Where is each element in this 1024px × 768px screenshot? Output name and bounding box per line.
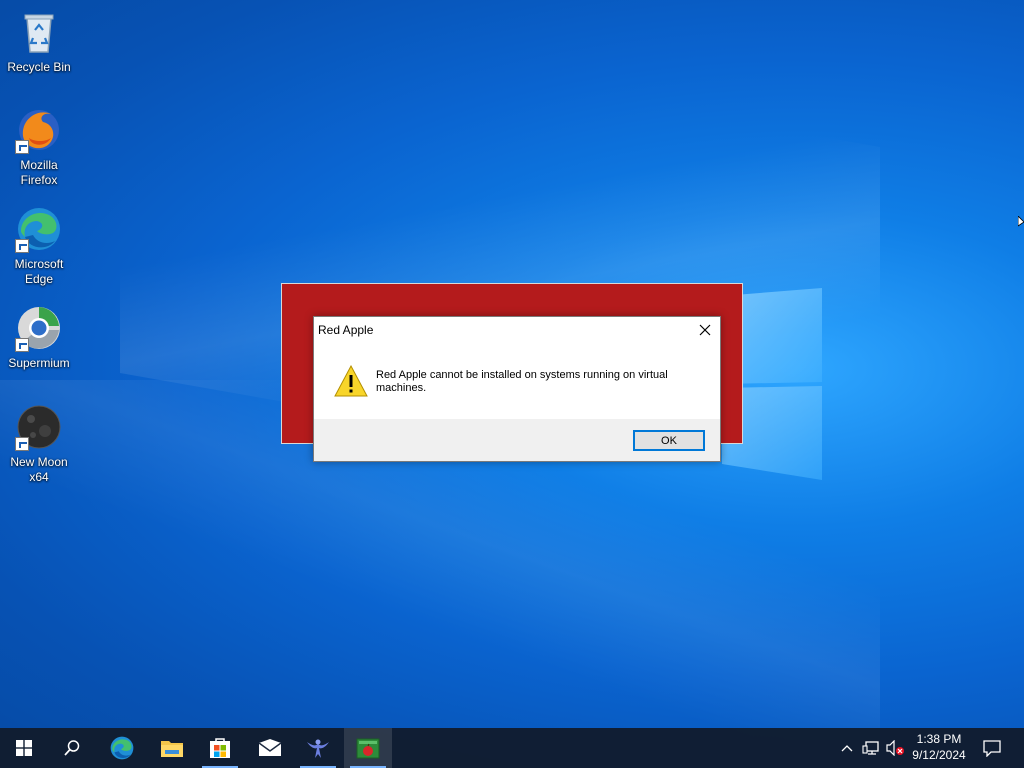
recycle-bin-icon — [15, 8, 63, 56]
dialog-message: Red Apple cannot be installed on systems… — [376, 369, 668, 394]
clock[interactable]: 1:38 PM 9/12/2024 — [906, 731, 972, 763]
desktop-icon-edge[interactable]: Microsoft Edge — [4, 205, 74, 287]
firefox-icon — [15, 106, 63, 154]
edge-icon — [110, 736, 134, 760]
windows-start-icon — [16, 740, 32, 756]
dialog-title: Red Apple — [318, 323, 374, 337]
supermium-icon — [15, 304, 63, 352]
show-hidden-icons-button[interactable] — [838, 728, 856, 768]
network-tray-button[interactable] — [860, 728, 882, 768]
dialog-body: Red Apple cannot be installed on systems… — [314, 347, 720, 419]
taskbar-red-apple[interactable] — [344, 728, 392, 768]
desktop-icon-label: Microsoft Edge — [14, 257, 64, 286]
desktop-icon-label: New Moon x64 — [10, 455, 68, 484]
taskbar-bird-app[interactable] — [294, 728, 342, 768]
volume-tray-button[interactable] — [884, 728, 906, 768]
new-moon-icon — [15, 403, 63, 451]
desktop-icon-label: Supermium — [8, 356, 70, 370]
bird-icon — [307, 739, 329, 758]
volume-muted-icon — [886, 740, 904, 756]
clock-date: 9/12/2024 — [912, 748, 966, 762]
notification-icon — [983, 740, 1001, 757]
dialog-footer: OK — [314, 419, 720, 461]
shortcut-arrow-icon — [15, 239, 29, 253]
search-icon — [64, 740, 80, 756]
shortcut-arrow-icon — [15, 140, 29, 154]
close-icon — [699, 324, 711, 336]
taskbar-edge[interactable] — [98, 728, 146, 768]
desktop-icon-firefox[interactable]: Mozilla Firefox — [4, 106, 74, 188]
ok-button[interactable]: OK — [633, 430, 705, 451]
action-center-button[interactable] — [976, 728, 1008, 768]
desktop-icon-label: Recycle Bin — [7, 60, 71, 74]
folder-icon — [161, 741, 183, 757]
edge-icon — [15, 205, 63, 253]
desktop-icon-label: Mozilla Firefox — [20, 158, 58, 187]
search-button[interactable] — [48, 728, 96, 768]
mouse-cursor-icon — [1018, 216, 1024, 227]
taskbar-store[interactable] — [196, 728, 244, 768]
taskbar-file-explorer[interactable] — [148, 728, 196, 768]
network-icon — [862, 741, 879, 755]
chevron-up-icon — [841, 745, 853, 752]
close-button[interactable] — [690, 317, 720, 343]
desktop-icon-supermium[interactable]: Supermium — [4, 304, 74, 371]
taskbar-mail[interactable] — [246, 728, 294, 768]
start-button[interactable] — [0, 728, 48, 768]
red-apple-icon — [356, 738, 380, 759]
clock-time: 1:38 PM — [916, 732, 962, 746]
message-dialog: Red Apple Red Apple cannot be installed … — [313, 316, 721, 462]
mail-icon — [258, 739, 282, 756]
store-icon — [210, 738, 230, 758]
shortcut-arrow-icon — [15, 437, 29, 451]
shortcut-arrow-icon — [15, 338, 29, 352]
warning-icon — [334, 365, 368, 397]
taskbar: 1:38 PM 9/12/2024 — [0, 728, 1024, 768]
desktop-icon-recycle-bin[interactable]: Recycle Bin — [4, 8, 74, 75]
desktop-icon-new-moon[interactable]: New Moon x64 — [4, 403, 74, 485]
